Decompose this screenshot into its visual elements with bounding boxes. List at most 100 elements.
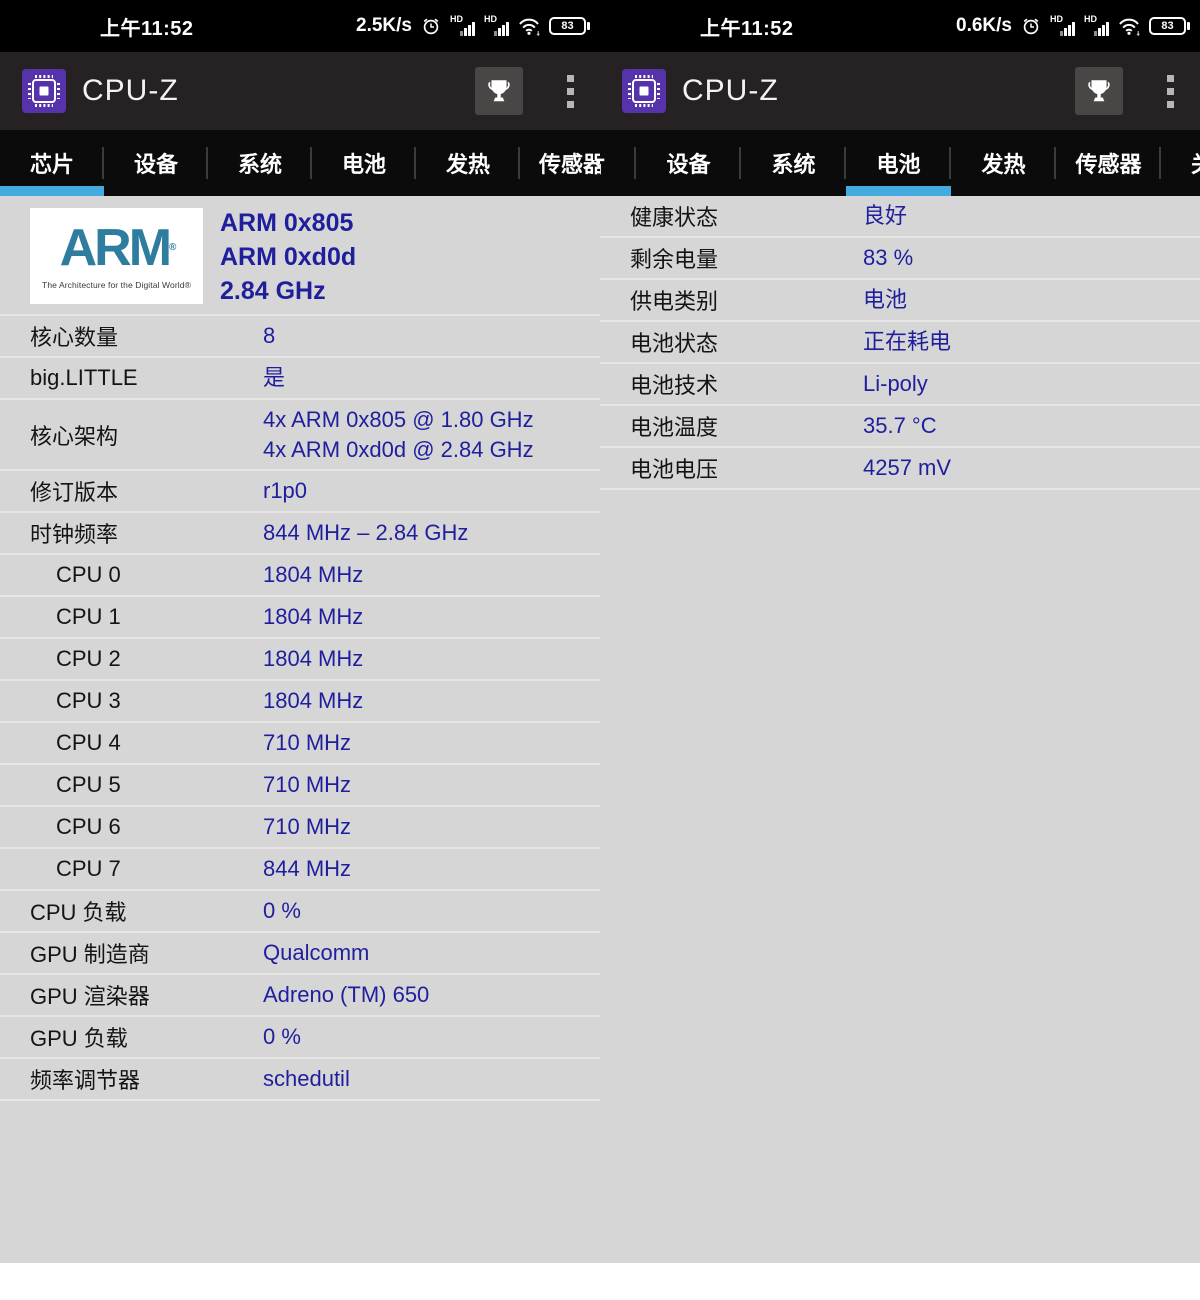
row-label: CPU 0	[56, 562, 121, 588]
row-label: CPU 负载	[30, 895, 127, 927]
status-bar: 上午11:52 0.6K/s HD HD	[600, 0, 1200, 52]
row-label: CPU 6	[56, 814, 121, 840]
sim1-signal-icon: HD	[450, 15, 475, 37]
tab[interactable]: 传感器	[520, 130, 600, 196]
row-value: 1804 MHz	[263, 681, 363, 721]
row-label: big.LITTLE	[30, 365, 138, 391]
row-label: CPU 1	[56, 604, 121, 630]
arm-logo-text: ARM®	[60, 222, 174, 274]
table-row: CPU 4 710 MHz	[0, 723, 600, 765]
arm-logo: ARM® The Architecture for the Digital Wo…	[30, 208, 203, 304]
battery-percent: 83	[1161, 20, 1173, 32]
row-label: CPU 3	[56, 688, 121, 714]
benchmark-trophy-button[interactable]	[1075, 67, 1123, 115]
wifi-icon	[518, 17, 540, 36]
row-label: 时钟频率	[30, 517, 118, 549]
tab[interactable]: 芯片	[600, 130, 636, 196]
dual-screenshot: 上午11:52 2.5K/s HD HD	[0, 0, 1200, 1263]
clock-label: 上午11:52	[100, 12, 194, 41]
row-label: GPU 渲染器	[30, 979, 150, 1011]
row-label: 修订版本	[30, 475, 118, 507]
row-label: 电池技术	[630, 368, 718, 400]
table-row: CPU 0 1804 MHz	[0, 555, 600, 597]
row-value: 1804 MHz	[263, 597, 363, 637]
row-value: 是	[263, 358, 285, 398]
status-icons: 0.6K/s HD HD	[956, 15, 1186, 37]
row-label: 供电类别	[630, 284, 718, 316]
battery-icon: 83	[549, 17, 586, 35]
table-row: 核心数量 8	[0, 316, 600, 358]
row-value: Qualcomm	[263, 933, 369, 973]
row-label: 健康状态	[630, 200, 718, 232]
row-value: 正在耗电	[863, 322, 951, 362]
table-row: CPU 6 710 MHz	[0, 807, 600, 849]
table-row: 电池温度 35.7 °C	[600, 406, 1200, 448]
row-value: 1804 MHz	[263, 555, 363, 595]
alarm-clock-icon	[421, 16, 441, 36]
row-value: 电池	[863, 280, 907, 320]
tab[interactable]: 电池	[312, 130, 416, 196]
table-row: 电池技术 Li-poly	[600, 364, 1200, 406]
tab[interactable]: 发热	[416, 130, 520, 196]
row-value: 35.7 °C	[863, 406, 937, 446]
tab[interactable]: 芯片	[0, 130, 104, 196]
table-row: 频率调节器 schedutil	[0, 1059, 600, 1101]
soc-info-table: 核心数量 8 big.LITTLE 是	[0, 316, 600, 1101]
clock-label: 上午11:52	[700, 12, 794, 41]
table-row: CPU 3 1804 MHz	[0, 681, 600, 723]
row-value: 710 MHz	[263, 807, 351, 847]
row-label: 电池状态	[630, 326, 718, 358]
row-value: 8	[263, 316, 275, 356]
tab[interactable]: 系统	[208, 130, 312, 196]
table-row: GPU 制造商 Qualcomm	[0, 933, 600, 975]
table-row: CPU 2 1804 MHz	[0, 639, 600, 681]
soc-content[interactable]: ARM® The Architecture for the Digital Wo…	[0, 196, 600, 1263]
row-value: 83 %	[863, 238, 913, 278]
row-value: 良好	[863, 196, 907, 236]
table-row: big.LITTLE 是	[0, 358, 600, 400]
row-value: 710 MHz	[263, 765, 351, 805]
benchmark-trophy-button[interactable]	[475, 67, 523, 115]
row-value: 844 MHz – 2.84 GHz	[263, 513, 468, 553]
app-title: CPU-Z	[82, 74, 179, 108]
row-value: Adreno (TM) 650	[263, 975, 429, 1015]
table-row: 剩余电量 83 %	[600, 238, 1200, 280]
row-value: 4x ARM 0x805 @ 1.80 GHz 4x ARM 0xd0d @ 2…	[263, 400, 534, 469]
row-label: CPU 5	[56, 772, 121, 798]
battery-icon: 83	[1149, 17, 1186, 35]
battery-content[interactable]: 健康状态 良好 剩余电量 83 %	[600, 196, 1200, 1263]
table-row: 健康状态 良好	[600, 196, 1200, 238]
network-speed-label: 2.5K/s	[356, 15, 412, 37]
tab[interactable]: 设备	[636, 130, 741, 196]
overflow-menu-button[interactable]	[563, 71, 578, 112]
row-value: 844 MHz	[263, 849, 351, 889]
row-label: CPU 2	[56, 646, 121, 672]
tab[interactable]: 系统	[741, 130, 846, 196]
network-speed-label: 0.6K/s	[956, 15, 1012, 37]
table-row: CPU 5 710 MHz	[0, 765, 600, 807]
row-label: CPU 7	[56, 856, 121, 882]
row-label: 核心数量	[30, 320, 118, 352]
row-value: Li-poly	[863, 364, 928, 404]
row-value: 0 %	[263, 891, 301, 931]
tab[interactable]: 设备	[104, 130, 208, 196]
arm-logo-tagline: The Architecture for the Digital World®	[42, 280, 191, 290]
tab[interactable]: 传感器	[1056, 130, 1161, 196]
row-label: GPU 负载	[30, 1021, 128, 1053]
tab[interactable]: 关于	[1161, 130, 1200, 196]
status-bar: 上午11:52 2.5K/s HD HD	[0, 0, 600, 52]
app-bar: CPU-Z	[600, 52, 1200, 130]
sim2-signal-icon: HD	[484, 15, 509, 37]
table-row: 修订版本 r1p0	[0, 471, 600, 513]
battery-info-table: 健康状态 良好 剩余电量 83 %	[600, 196, 1200, 490]
chip-freq-line: 2.84 GHz	[220, 274, 356, 308]
trophy-icon	[1085, 77, 1113, 105]
tab-bar: 芯片 设备 系统 电池 发热 传感器	[0, 130, 600, 196]
cpuz-app-icon	[622, 69, 666, 113]
chip-model-line: ARM 0xd0d	[220, 240, 356, 274]
tab[interactable]: 发热	[951, 130, 1056, 196]
table-row: 电池电压 4257 mV	[600, 448, 1200, 490]
overflow-menu-button[interactable]	[1163, 71, 1178, 112]
tab[interactable]: 电池	[846, 130, 951, 196]
battery-percent: 83	[561, 20, 573, 32]
